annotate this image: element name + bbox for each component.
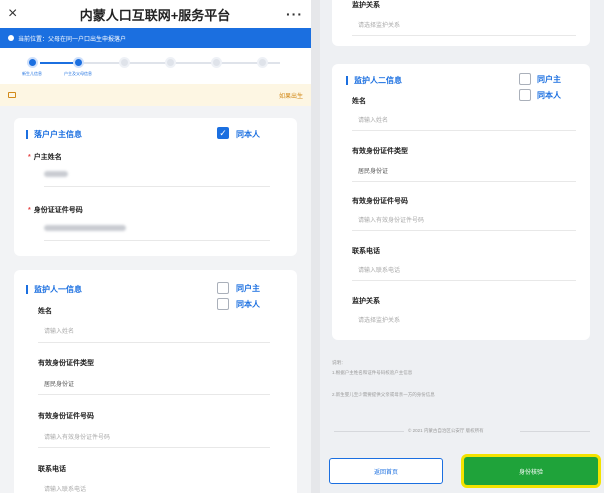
step-2: 户主及父母信息 [58, 57, 98, 77]
guardian2-idtype-select[interactable]: 居民身份证 [358, 166, 388, 175]
guardian1-same-householder-checkbox[interactable] [217, 282, 229, 294]
app-header: × 内蒙人口互联网+服务平台 ··· [0, 0, 311, 28]
divider [520, 431, 590, 432]
required-mark: * [28, 207, 31, 214]
screenshot: × 内蒙人口互联网+服务平台 ··· 当前位置：父母在同一户口出生申报落户 新生… [0, 0, 604, 493]
guardian2-same-self-label: 同本人 [537, 91, 561, 100]
required-mark: * [28, 154, 31, 161]
divider [334, 431, 404, 432]
identity-verify-button[interactable]: 身份核验 [464, 457, 598, 485]
guardian2-idtype-label: 有效身份证件类型 [352, 148, 408, 155]
householder-name-label: * 户主姓名 [28, 152, 62, 162]
step-dot [164, 57, 176, 68]
page-title: 内蒙人口互联网+服务平台 [79, 7, 231, 23]
same-as-self-checkbox[interactable]: ✓ [217, 127, 229, 139]
divider [352, 35, 576, 36]
divider [38, 394, 270, 395]
right-pane: 监护关系 请选择监护关系 监护人二信息 同户主 同本人 姓名 请输入姓名 有效身… [320, 0, 604, 493]
guardian2-name-input[interactable]: 请输入姓名 [358, 115, 388, 124]
guardian1-name-label: 姓名 [38, 308, 52, 315]
step-label: 户主及父母信息 [64, 71, 92, 76]
guardian1-relation-select[interactable]: 请选择监护关系 [358, 20, 400, 29]
step-5 [196, 57, 236, 71]
guardian1-name-input[interactable]: 请输入姓名 [44, 326, 74, 335]
step-dot [118, 57, 130, 68]
guardian1-same-self-checkbox[interactable] [217, 298, 229, 310]
householder-card: 落户户主信息 ✓ 同本人 * 户主姓名 * 身份证证件号码 [14, 118, 297, 256]
copyright: © 2021 内蒙古自治区公安厅 版权所有 [408, 428, 484, 433]
location-text: 当前位置：父母在同一户口出生申报落户 [18, 36, 127, 43]
divider [352, 181, 576, 182]
guardian2-phone-input[interactable]: 请输入联系电话 [358, 265, 400, 274]
notes-title: 说明： [332, 360, 346, 365]
householder-id-label: * 身份证证件号码 [28, 205, 83, 215]
guardian2-same-householder-checkbox[interactable] [519, 73, 531, 85]
guardian1-card: 监护人一信息 同户主 同本人 姓名 请输入姓名 有效身份证件类型 居民身份证 有… [14, 270, 297, 493]
step-dot [72, 57, 84, 68]
step-progress: 新生儿信息 户主及父母信息 [0, 48, 311, 84]
divider [352, 230, 576, 231]
step-6 [242, 57, 282, 71]
left-pane: × 内蒙人口互联网+服务平台 ··· 当前位置：父母在同一户口出生申报落户 新生… [0, 0, 311, 493]
close-icon[interactable]: × [8, 5, 24, 23]
guardian1-idno-input[interactable]: 请输入有效身份证件号码 [44, 432, 110, 441]
step-dot [210, 57, 222, 68]
guardian2-relation-select[interactable]: 请选择监护关系 [358, 315, 400, 324]
step-1: 新生儿信息 [12, 57, 52, 77]
guardian1-relation-label: 监护关系 [352, 2, 380, 9]
label-text: 户主姓名 [33, 154, 62, 161]
notice-text[interactable]: 如果出生 [279, 91, 303, 100]
guardian2-idno-input[interactable]: 请输入有效身份证件号码 [358, 215, 424, 224]
back-home-button[interactable]: 返回首页 [329, 458, 443, 484]
guardian2-name-label: 姓名 [352, 98, 366, 105]
step-dot [26, 57, 38, 68]
guardian1-idtype-select[interactable]: 居民身份证 [44, 379, 74, 388]
pane-divider [311, 0, 320, 493]
divider [352, 130, 576, 131]
guardian1-idno-label: 有效身份证件号码 [38, 413, 94, 420]
notice-bar: 如果出生 [0, 84, 311, 106]
video-icon [8, 92, 16, 98]
guardian1-same-self-label: 同本人 [236, 300, 260, 309]
guardian1-title: 监护人一信息 [26, 285, 82, 294]
guardian1-phone-label: 联系电话 [38, 466, 66, 473]
more-icon[interactable]: ··· [286, 6, 303, 22]
householder-title: 落户户主信息 [26, 130, 82, 139]
label-text: 身份证证件号码 [33, 207, 83, 214]
guardian2-title: 监护人二信息 [346, 76, 402, 85]
guardian2-same-self-checkbox[interactable] [519, 89, 531, 101]
divider [44, 186, 270, 187]
guardian2-phone-label: 联系电话 [352, 248, 380, 255]
householder-id-value[interactable] [44, 225, 126, 231]
guardian2-same-householder-label: 同户主 [537, 75, 561, 84]
guardian2-relation-label: 监护关系 [352, 298, 380, 305]
guardian1-phone-input[interactable]: 请输入联系电话 [44, 484, 86, 493]
step-dot [256, 57, 268, 68]
guardian1-idtype-label: 有效身份证件类型 [38, 360, 94, 367]
guardian2-card: 监护人二信息 同户主 同本人 姓名 请输入姓名 有效身份证件类型 居民身份证 有… [332, 64, 590, 340]
householder-name-value[interactable] [44, 171, 68, 177]
location-pin-icon [8, 35, 14, 41]
location-bar: 当前位置：父母在同一户口出生申报落户 [0, 28, 311, 48]
divider [352, 280, 576, 281]
guardian1-same-householder-label: 同户主 [236, 284, 260, 293]
guardian1-relation-card: 监护关系 请选择监护关系 [332, 0, 590, 46]
divider [44, 240, 270, 241]
step-label: 新生儿信息 [22, 71, 42, 76]
notes-line-2: 2.新生婴儿至少需要提供父亲或母亲一方的身份信息 [332, 392, 435, 397]
same-as-self-label: 同本人 [236, 130, 260, 139]
divider [38, 342, 270, 343]
step-3 [104, 57, 144, 71]
guardian2-idno-label: 有效身份证件号码 [352, 198, 408, 205]
step-4 [150, 57, 190, 71]
divider [38, 447, 270, 448]
notes-line-1: 1.根据户主姓名和证件号码校验户主信息 [332, 370, 413, 375]
